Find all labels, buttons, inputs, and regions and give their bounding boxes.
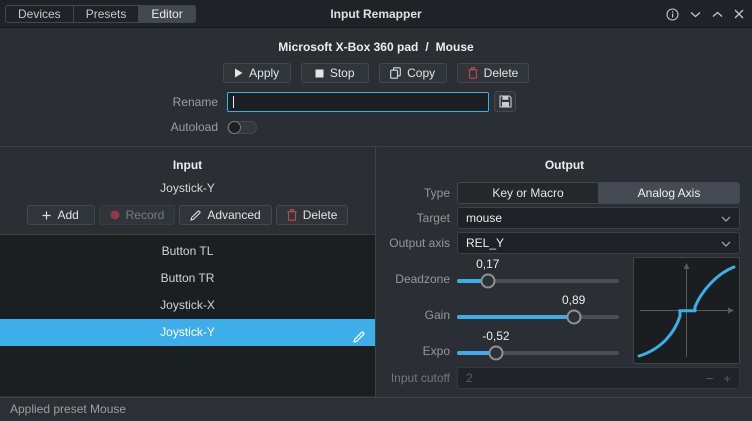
close-icon[interactable]	[734, 9, 744, 19]
input-actions: Add Record Advanced Delete	[0, 205, 375, 225]
type-analog-axis[interactable]: Analog Axis	[599, 183, 739, 203]
status-bar: Applied preset Mouse	[0, 397, 752, 421]
input-cutoff-spinbox[interactable]: 2 − +	[457, 367, 740, 389]
rename-row: Rename	[0, 91, 752, 112]
copy-button[interactable]: Copy	[378, 63, 447, 83]
apply-button[interactable]: Apply	[222, 63, 291, 83]
preset-actions: Apply Stop Copy Delete	[0, 63, 752, 83]
input-cutoff-label: Input cutoff	[390, 371, 450, 385]
deadzone-slider[interactable]: 0,17	[457, 257, 619, 291]
trash-icon	[286, 209, 297, 221]
plus-icon	[42, 211, 51, 219]
input-panel-title: Input	[172, 158, 203, 172]
deadzone-value: 0,17	[476, 257, 500, 271]
trash-icon	[467, 67, 478, 79]
minimize-icon[interactable]	[690, 11, 701, 18]
play-icon	[235, 68, 243, 78]
output-axis-dropdown[interactable]: REL_Y	[457, 232, 740, 254]
current-input-name: Joystick-Y	[160, 181, 215, 195]
toggle-knob	[228, 121, 241, 134]
delete-input-button[interactable]: Delete	[275, 205, 349, 225]
preset-header: Microsoft X-Box 360 pad / Mouse Apply Stop…	[0, 28, 752, 146]
titlebar: Devices Presets Editor Input Remapper	[0, 0, 752, 28]
type-label: Type	[423, 186, 450, 200]
status-text: Applied preset Mouse	[10, 402, 127, 416]
input-remapper-window: Devices Presets Editor Input Remapper Mi…	[0, 0, 752, 421]
gain-label: Gain	[424, 308, 450, 322]
chevron-down-icon	[721, 211, 731, 225]
pencil-icon	[190, 209, 201, 221]
gain-value: 0,89	[561, 293, 586, 307]
info-icon[interactable]	[666, 7, 679, 21]
type-row: Type Key or Macro Analog Axis	[377, 182, 740, 204]
input-cutoff-row: Input cutoff 2 − +	[377, 367, 740, 389]
list-item[interactable]: Button TR	[0, 265, 375, 292]
maximize-icon[interactable]	[712, 11, 723, 18]
advanced-button[interactable]: Advanced	[179, 205, 272, 225]
rename-input[interactable]	[227, 91, 489, 112]
target-dropdown[interactable]: mouse	[457, 207, 740, 229]
list-item[interactable]: Joystick-X	[0, 292, 375, 319]
target-row: Target mouse	[377, 207, 740, 229]
target-label: Target	[416, 211, 450, 225]
rename-label: Rename	[172, 94, 218, 109]
text-caret	[233, 95, 234, 108]
separator: /	[425, 40, 429, 54]
autoload-toggle[interactable]	[227, 121, 257, 134]
output-axis-row: Output axis REL_Y	[377, 232, 740, 254]
output-axis-label: Output axis	[389, 236, 450, 250]
record-icon	[110, 210, 120, 220]
input-panel-top: Input Joystick-Y Add Record Advanced Del	[0, 147, 375, 235]
input-panel: Input Joystick-Y Add Record Advanced Del	[0, 146, 376, 397]
output-type-segmented: Key or Macro Analog Axis	[457, 182, 740, 204]
list-item[interactable]: Button TL	[0, 238, 375, 265]
save-rename-button[interactable]	[494, 91, 516, 112]
input-cutoff-value: 2	[466, 371, 473, 385]
window-title: Input Remapper	[330, 7, 422, 21]
deadzone-label: Deadzone	[395, 272, 450, 286]
type-key-or-macro[interactable]: Key or Macro	[458, 183, 599, 203]
device-name: Microsoft X-Box 360 pad	[278, 40, 419, 54]
expo-slider[interactable]: -0,52	[457, 329, 619, 363]
chevron-down-icon	[721, 236, 731, 250]
preset-name: Mouse	[435, 40, 474, 54]
record-button[interactable]: Record	[98, 205, 176, 225]
list-item-selected[interactable]: Joystick-Y	[0, 319, 375, 346]
device-preset-title: Microsoft X-Box 360 pad / Mouse	[0, 40, 752, 54]
delete-preset-button[interactable]: Delete	[456, 63, 530, 83]
copy-icon	[390, 67, 401, 79]
autoload-label: Autoload	[170, 120, 218, 134]
slider-handle[interactable]	[488, 345, 504, 361]
expo-value: -0,52	[482, 329, 510, 343]
gain-slider[interactable]: 0,89	[457, 293, 619, 327]
edit-pencil-icon[interactable]	[353, 326, 365, 353]
slider-handle[interactable]	[566, 309, 582, 325]
floppy-icon	[498, 95, 512, 108]
spin-minus-button[interactable]: −	[706, 371, 714, 386]
autoload-row: Autoload	[0, 120, 752, 134]
spin-plus-button[interactable]: +	[723, 371, 731, 386]
axis-tuning-section: Deadzone 0,17 Gain 0,89 Expo -0,52	[377, 257, 752, 367]
input-list: Button TL Button TR Joystick-X Joystick-…	[0, 235, 375, 396]
output-panel-title: Output	[544, 158, 585, 172]
add-input-button[interactable]: Add	[26, 205, 95, 225]
stop-button[interactable]: Stop	[300, 63, 369, 83]
slider-handle[interactable]	[480, 273, 496, 289]
output-panel: Output Type Key or Macro Analog Axis Tar…	[377, 146, 752, 397]
stop-icon	[315, 69, 324, 77]
window-controls	[666, 0, 744, 28]
response-curve-graph	[633, 257, 740, 364]
expo-label: Expo	[422, 344, 450, 358]
